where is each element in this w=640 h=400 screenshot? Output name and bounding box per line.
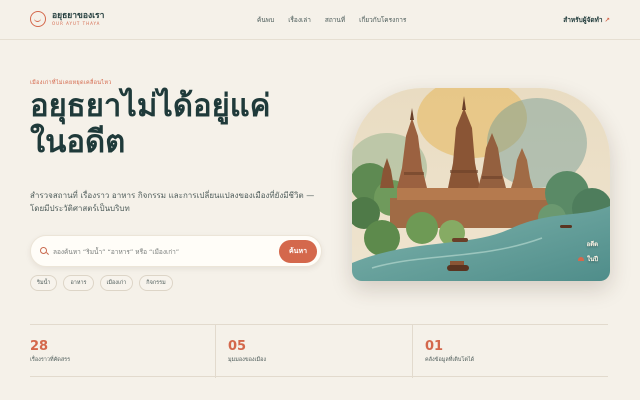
tag-old-town[interactable]: เมืองเก่า — [99, 275, 134, 291]
stat-archive: 01 คลังข้อมูลที่เติบโตได้ — [412, 325, 474, 378]
nav-link-about[interactable]: เกี่ยวกับโครงการ — [359, 15, 406, 25]
hero-title: อยุธยาไม่ได้อยู่แค่ ในอดีต — [30, 88, 330, 161]
brand-subtitle: OUR AYUT THAYA — [52, 21, 101, 27]
tag-activities[interactable]: กิจกรรม — [139, 275, 173, 291]
search-icon — [40, 247, 47, 254]
search-input[interactable] — [53, 243, 281, 261]
tag-food[interactable]: อาหาร — [63, 275, 94, 291]
quick-tags: ริมน้ำ อาหาร เมืองเก่า กิจกรรม — [30, 275, 173, 291]
brand-logo[interactable]: อยุธยาของเรา OUR AYUT THAYA — [30, 11, 104, 27]
image-caption-line2: ในปี — [587, 255, 598, 263]
stat-label: เรื่องราวที่คัดสรร — [30, 357, 71, 363]
hero-title-line1: อยุธยาไม่ได้อยู่แค่ — [30, 88, 271, 124]
temple-illustration — [352, 88, 610, 281]
image-caption: อดีต ในปี — [578, 238, 598, 267]
logo-icon — [30, 11, 46, 27]
nav-link-discover[interactable]: ค้นพบ — [257, 15, 274, 25]
search-bar: ค้นหา — [30, 235, 322, 267]
image-caption-line1: อดีต — [586, 241, 598, 249]
stat-value: 05 — [228, 339, 247, 354]
creators-link[interactable]: สำหรับผู้จัดทำ ↗ — [563, 15, 610, 25]
stat-label: คลังข้อมูลที่เติบโตได้ — [425, 357, 475, 363]
hero-illustration: อดีต ในปี — [352, 88, 610, 281]
top-nav: อยุธยาของเรา OUR AYUT THAYA ค้นพบ เรื่อง… — [0, 0, 640, 40]
stat-value: 28 — [30, 339, 49, 354]
creators-link-label: สำหรับผู้จัดทำ — [563, 16, 603, 24]
nav-link-places[interactable]: สถานที่ — [325, 15, 345, 25]
search-button[interactable]: ค้นหา — [279, 240, 317, 263]
nav-link-stories[interactable]: เรื่องเล่า — [288, 15, 311, 25]
stat-perspectives: 05 มุมมองของเมือง — [215, 325, 266, 378]
stat-label: มุมมองของเมือง — [228, 357, 267, 363]
hero-title-line2: ในอดีต — [30, 124, 126, 161]
hero-eyebrow: เมืองเก่าที่ไม่เคยหยุดเคลื่อนไหว — [30, 80, 112, 86]
arrow-up-right-icon: ↗ — [604, 16, 610, 24]
hero-description: สำรวจสถานที่ เรื่องราว อาหาร กิจกรรม และ… — [30, 191, 315, 213]
boat-icon — [578, 257, 585, 262]
tag-riverside[interactable]: ริมน้ำ — [30, 275, 58, 291]
stat-value: 01 — [425, 339, 444, 354]
stats-bar: 28 เรื่องราวที่คัดสรร 05 มุมมองของเมือง … — [30, 324, 608, 378]
nav-links: ค้นพบ เรื่องเล่า สถานที่ เกี่ยวกับโครงกา… — [257, 15, 406, 25]
stat-stories: 28 เรื่องราวที่คัดสรร — [30, 325, 70, 378]
brand-title: อยุธยาของเรา — [52, 10, 105, 21]
